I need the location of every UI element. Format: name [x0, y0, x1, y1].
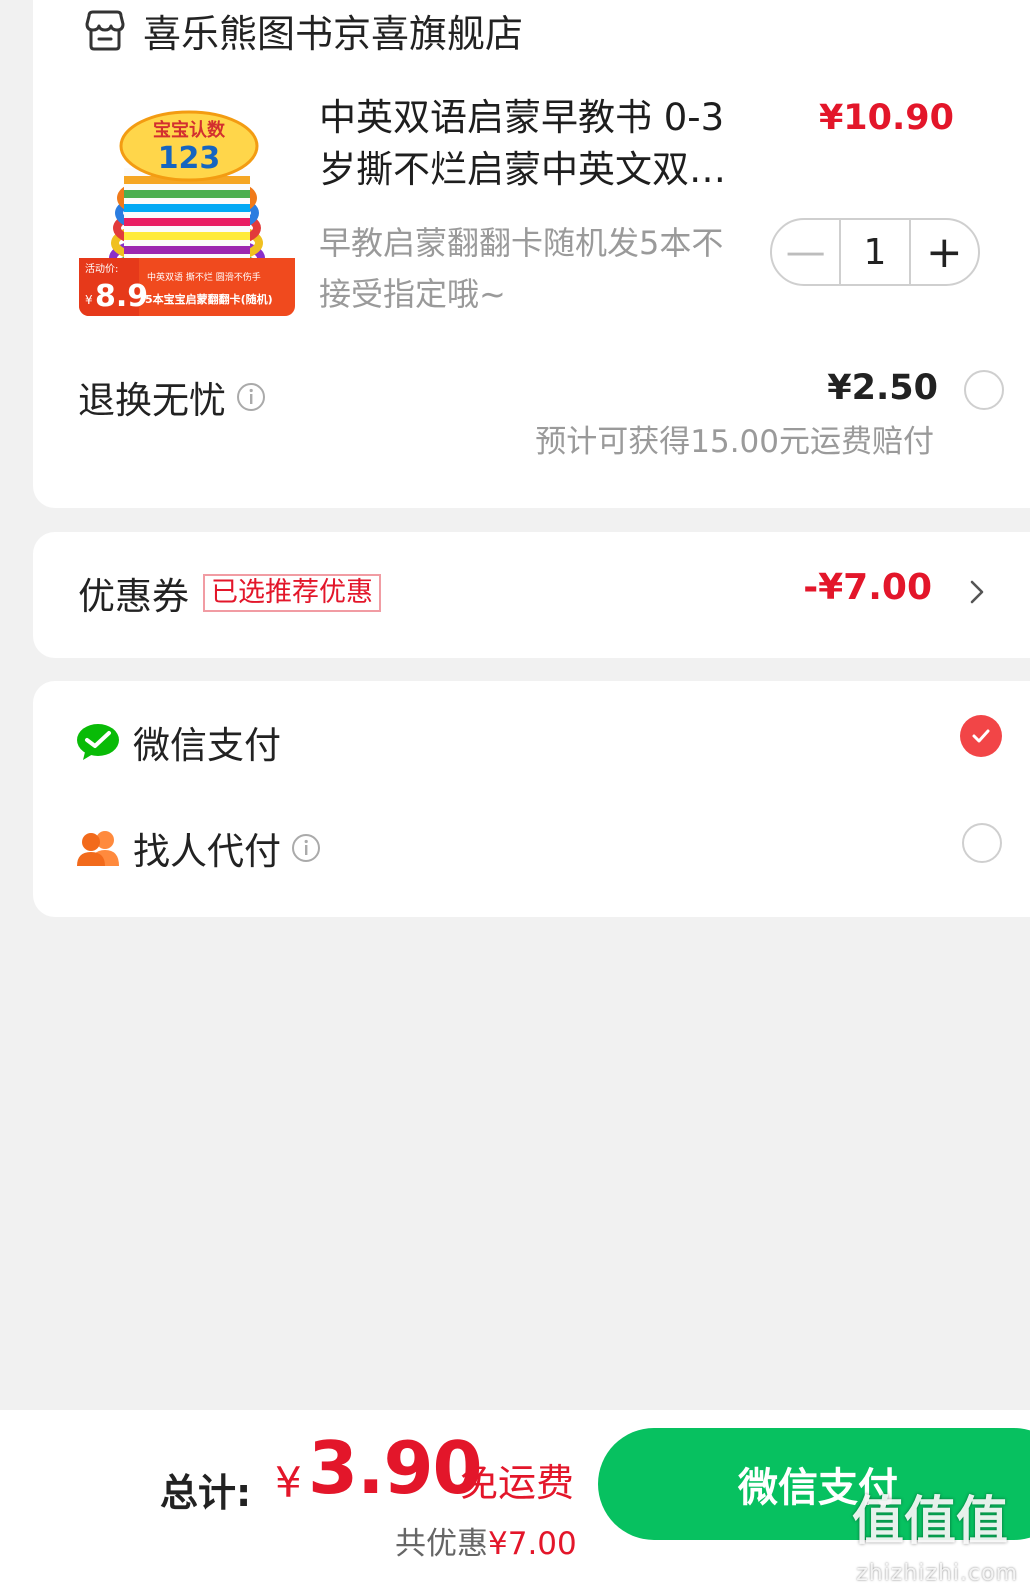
payment-wechat-label: 微信支付 — [133, 724, 281, 767]
payment-option-friend[interactable]: 找人代付 — [75, 821, 321, 875]
saved-amount: 共优惠¥7.00 — [395, 1518, 577, 1563]
thumb-promo-yen: ¥ — [85, 293, 93, 307]
shipping-label: 免运费 — [460, 1461, 575, 1505]
total-label: 总计: — [160, 1471, 252, 1515]
chevron-right-icon[interactable] — [966, 574, 990, 610]
insurance-radio[interactable] — [964, 370, 1004, 410]
payment-friend-label: 找人代付 — [133, 830, 281, 873]
friend-pay-radio[interactable] — [962, 823, 1002, 863]
product-price: ¥10.90 — [818, 98, 954, 138]
coupon-label: 优惠券 — [78, 575, 189, 618]
checkout-footer: 总计: ¥ 3.90 免运费 共优惠¥7.00 微信支付 值值值 zhizhiz… — [0, 1410, 1030, 1590]
total-amount: 3.90 — [308, 1426, 483, 1510]
product-note: 早教启蒙翻翻卡随机发5本不接受指定哦~ — [319, 224, 724, 313]
quantity-value[interactable]: 1 — [839, 220, 911, 284]
product-image[interactable]: 宝宝认数 123 活动价: ¥ 8.9 中英双语 撕不烂 圆滑不伤手 5本宝宝启… — [79, 98, 295, 316]
thumb-promo-line1: 中英双语 撕不烂 圆滑不伤手 — [147, 271, 261, 283]
increase-button[interactable]: + — [911, 220, 978, 284]
saved-value: ¥7.00 — [488, 1526, 577, 1562]
coupon-discount: -¥7.00 — [803, 567, 932, 608]
watermark-logo: 值值值 — [851, 1492, 1008, 1552]
store-icon — [85, 10, 125, 51]
thumb-promo-label: 活动价: — [85, 263, 118, 275]
product-thumbnail-graphic: 宝宝认数 123 活动价: ¥ 8.9 中英双语 撕不烂 圆滑不伤手 5本宝宝启… — [79, 98, 295, 316]
info-icon[interactable] — [291, 833, 321, 863]
coupon-tag: 已选推荐优惠 — [203, 574, 381, 612]
coupon-row[interactable]: 优惠券 已选推荐优惠 -¥7.00 — [33, 532, 1030, 658]
coupon-label-group: 优惠券 已选推荐优惠 — [78, 566, 381, 620]
wechat-selected-check[interactable] — [960, 715, 1002, 757]
saved-prefix: 共优惠 — [395, 1526, 488, 1562]
wechat-pay-icon — [77, 724, 119, 760]
total-currency: ¥ — [275, 1458, 302, 1507]
insurance-row[interactable]: 退换无忧 — [78, 370, 266, 424]
friend-pay-icon — [77, 831, 119, 866]
store-name: 喜乐熊图书京喜旗舰店 — [143, 11, 524, 56]
insurance-note: 预计可获得15.00元运费赔付 — [535, 424, 934, 460]
product-title[interactable]: 中英双语启蒙早教书 0-3岁撕不烂启蒙中英文双… — [319, 92, 749, 196]
thumb-badge-text: 宝宝认数 — [153, 119, 226, 141]
decrease-button[interactable]: — — [772, 220, 839, 284]
store-header[interactable]: 喜乐熊图书京喜旗舰店 — [81, 0, 523, 60]
thumb-promo-line2: 5本宝宝启蒙翻翻卡(随机) — [145, 292, 273, 306]
payment-option-wechat[interactable]: 微信支付 — [75, 715, 281, 769]
watermark-domain: zhizhizhi.com — [856, 1561, 1018, 1586]
order-card: 喜乐熊图书京喜旗舰店 宝宝认数 123 活动价: ¥ 8.9 中英双语 撕不烂 … — [33, 0, 1030, 508]
payment-methods: 微信支付 找人代付 — [33, 681, 1030, 917]
info-icon[interactable] — [236, 382, 266, 412]
thumb-promo-price: 8.9 — [95, 279, 148, 314]
insurance-price: ¥2.50 — [827, 368, 938, 408]
insurance-label: 退换无忧 — [78, 379, 226, 422]
check-icon — [972, 729, 990, 743]
thumb-badge-number: 123 — [158, 141, 221, 176]
quantity-stepper: — 1 + — [770, 218, 980, 286]
